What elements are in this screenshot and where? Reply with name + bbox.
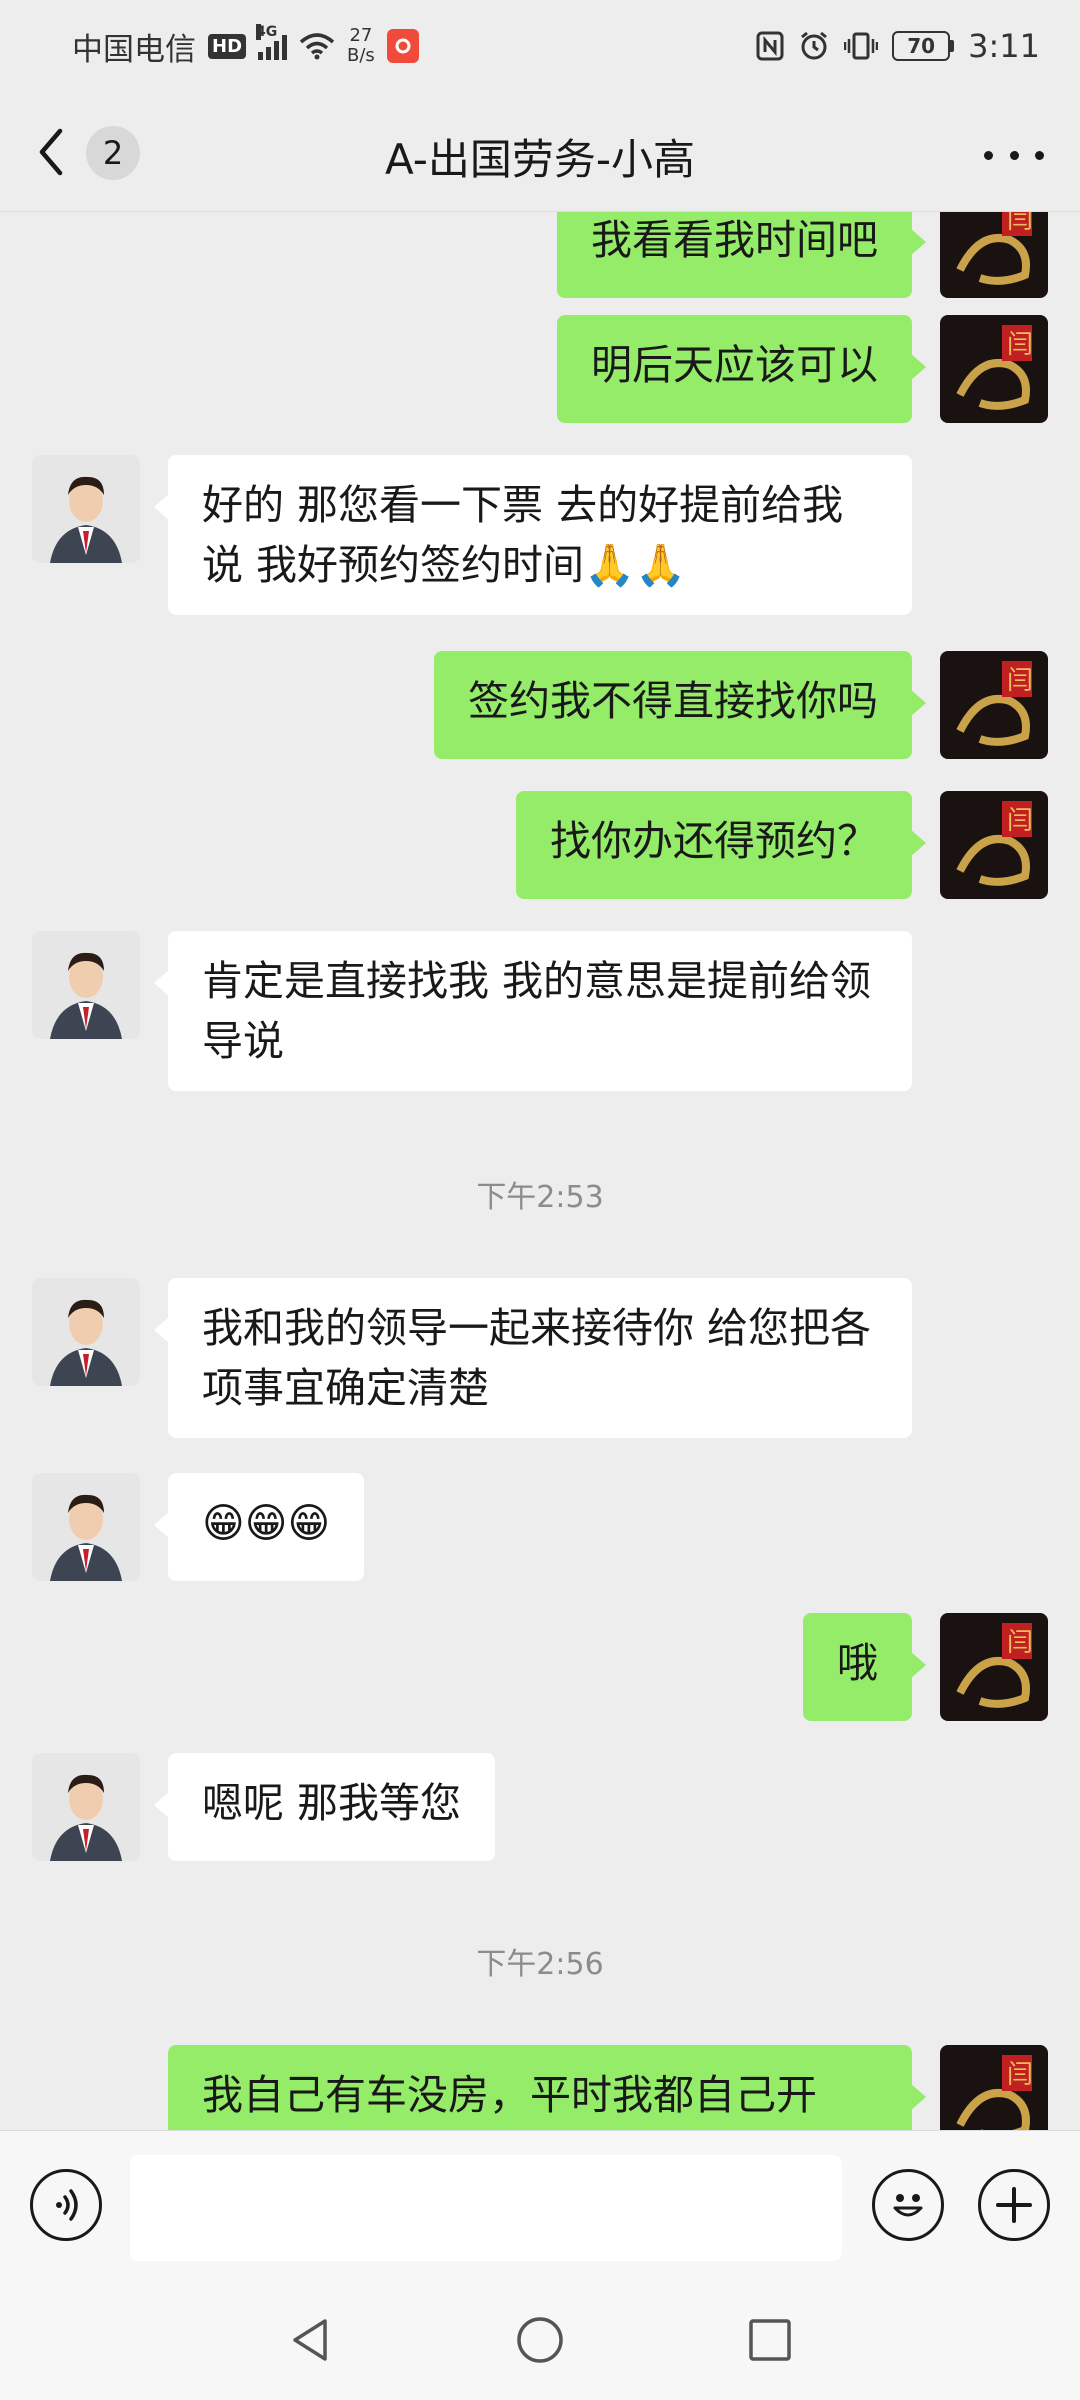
carrier-name: 中国电信 — [72, 31, 196, 68]
status-right: 70 3:11 — [756, 27, 1040, 65]
voice-button[interactable] — [30, 2169, 102, 2241]
alarm-icon — [801, 31, 828, 60]
my-avatar[interactable]: 闫 — [940, 315, 1048, 423]
message-received: 我和我的领导一起来接待你 给您把各项事宜确定清楚 — [32, 1278, 912, 1438]
my-avatar[interactable]: 闫 — [940, 2045, 1048, 2130]
nav-home-button[interactable] — [510, 2310, 570, 2370]
input-bar — [0, 2130, 1080, 2280]
contact-avatar[interactable] — [32, 1473, 140, 1581]
network-speed: 27 B/s — [347, 26, 375, 66]
contact-avatar[interactable] — [32, 455, 140, 563]
message-sent: 闫 我看看我时间吧 — [557, 212, 1048, 298]
nfc-icon — [756, 31, 784, 61]
message-bubble[interactable]: 好的 那您看一下票 去的好提前给我说 我好预约签约时间🙏🙏 — [154, 455, 912, 615]
nav-home-icon — [517, 2317, 563, 2363]
time-divider: 下午2:56 — [476, 1947, 604, 1982]
hd-badge: HD — [208, 33, 247, 59]
message-received: 😁😁😁 — [32, 1473, 365, 1581]
message-sent: 闫 哦 — [803, 1613, 1048, 1721]
svg-text:闫: 闫 — [1007, 1628, 1033, 1658]
my-avatar[interactable]: 闫 — [940, 1613, 1048, 1721]
svg-text:闫: 闫 — [1007, 666, 1033, 696]
emoji-button[interactable] — [872, 2169, 944, 2241]
message-bubble[interactable]: 找你办还得预约？ — [516, 791, 926, 899]
svg-text:闫: 闫 — [1007, 2060, 1033, 2090]
message-bubble[interactable]: 我看看我时间吧 — [557, 212, 926, 298]
message-received: 嗯呢 那我等您 — [32, 1753, 496, 1861]
my-avatar[interactable]: 闫 — [940, 791, 1048, 899]
contact-avatar[interactable] — [32, 1753, 140, 1861]
status-bar: 中国电信 HD 4G 27 B/s 70 3:11 — [0, 0, 1080, 92]
notification-app-icon — [386, 29, 419, 63]
battery-icon: 70 — [892, 31, 955, 61]
message-bubble[interactable]: 😁😁😁 — [153, 1473, 365, 1581]
svg-text:闫: 闫 — [1007, 212, 1033, 235]
status-left: 中国电信 HD 4G 27 B/s — [72, 24, 419, 69]
nav-back-icon — [293, 2319, 327, 2361]
message-bubble[interactable]: 哦 — [803, 1613, 926, 1721]
chat-header: 2 A-出国劳务-小高 — [0, 92, 1080, 212]
contact-avatar[interactable] — [32, 1278, 140, 1386]
message-bubble[interactable]: 我自己有车没房，平时我都自己开 — [168, 2045, 926, 2130]
vibrate-icon — [844, 32, 879, 60]
message-input[interactable] — [130, 2155, 842, 2261]
more-dots-icon — [984, 150, 993, 160]
status-time: 3:11 — [968, 27, 1040, 65]
voice-icon — [56, 2189, 78, 2221]
message-sent: 闫 明后天应该可以 — [557, 315, 1048, 423]
message-sent: 闫 签约我不得直接找你吗 — [434, 651, 1048, 759]
plus-icon — [996, 2187, 1032, 2223]
message-bubble[interactable]: 签约我不得直接找你吗 — [434, 651, 926, 759]
svg-text:闫: 闫 — [1007, 330, 1033, 360]
svg-text:闫: 闫 — [1007, 806, 1033, 836]
speed-value: 27 — [349, 25, 373, 46]
message-sent: 闫 我自己有车没房，平时我都自己开 — [168, 2045, 1048, 2130]
emoji-icon — [893, 2194, 923, 2217]
signal-icon: 4G — [256, 24, 288, 60]
my-avatar[interactable]: 闫 — [940, 651, 1048, 759]
system-nav-bar — [0, 2280, 1080, 2400]
more-button[interactable] — [984, 140, 1044, 170]
speed-unit: B/s — [347, 45, 375, 66]
nav-recent-icon — [749, 2319, 791, 2361]
time-divider: 下午2:53 — [476, 1180, 604, 1215]
battery-level: 70 — [892, 31, 951, 61]
message-bubble[interactable]: 明后天应该可以 — [557, 315, 926, 423]
wifi-icon — [299, 33, 335, 60]
message-bubble[interactable]: 我和我的领导一起来接待你 给您把各项事宜确定清楚 — [154, 1278, 912, 1438]
network-type: 4G — [256, 24, 278, 40]
my-avatar[interactable]: 闫 — [940, 212, 1048, 298]
message-bubble[interactable]: 肯定是直接找我 我的意思是提前给领导说 — [154, 931, 912, 1091]
nav-back-button[interactable] — [280, 2310, 340, 2370]
message-received: 肯定是直接找我 我的意思是提前给领导说 — [32, 931, 912, 1091]
message-sent: 闫 找你办还得预约？ — [516, 791, 1048, 899]
message-received: 好的 那您看一下票 去的好提前给我说 我好预约签约时间🙏🙏 — [32, 455, 912, 615]
message-list[interactable]: 闫 我看看我时间吧 闫 明后天应该可以 好的 那您看一下票 去的好提前给我说 我… — [0, 212, 1080, 2130]
message-bubble[interactable]: 嗯呢 那我等您 — [153, 1753, 496, 1861]
nav-recent-button[interactable] — [740, 2310, 800, 2370]
contact-avatar[interactable] — [32, 931, 140, 1039]
plus-button[interactable] — [978, 2169, 1050, 2241]
chat-title: A-出国劳务-小高 — [384, 135, 696, 184]
